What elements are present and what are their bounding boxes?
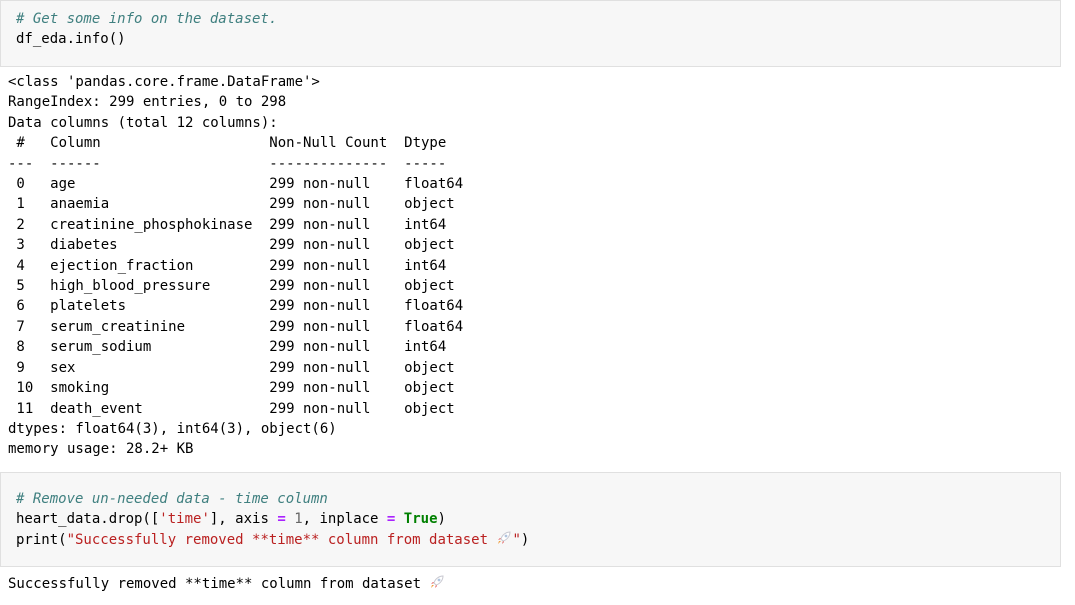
rocket-icon	[498, 531, 511, 544]
output-line: --- ------ -------------- -----	[8, 155, 464, 172]
code-line: df_eda.info()	[16, 31, 126, 48]
output-line: 11 death_event 299 non-null object	[8, 400, 464, 417]
code-editor[interactable]: # Remove un-needed data - time column he…	[16, 489, 529, 550]
output-line: 7 serum_creatinine 299 non-null float64	[8, 318, 464, 335]
output-line: 5 high_blood_pressure 299 non-null objec…	[8, 278, 464, 295]
cell-output-info: <class 'pandas.core.frame.DataFrame'> Ra…	[8, 72, 463, 460]
output-line: <class 'pandas.core.frame.DataFrame'>	[8, 74, 320, 90]
output-line: memory usage: 28.2+ KB	[8, 441, 194, 458]
code-comment: # Remove un-needed data - time column	[16, 491, 328, 507]
code-cell-drop[interactable]: # Remove un-needed data - time column he…	[0, 472, 1061, 567]
output-line: # Column Non-Null Count Dtype	[8, 135, 464, 152]
output-line: 3 diabetes 299 non-null object	[8, 237, 464, 254]
output-line: 2 creatinine_phosphokinase 299 non-null …	[8, 216, 464, 233]
output-line: 0 age 299 non-null float64	[8, 176, 464, 193]
output-line: dtypes: float64(3), int64(3), object(6)	[8, 420, 337, 437]
output-line: 8 serum_sodium 299 non-null int64	[8, 339, 464, 356]
output-line: Data columns (total 12 columns):	[8, 114, 278, 131]
code-editor[interactable]: # Get some info on the dataset. df_eda.i…	[16, 9, 277, 50]
output-line: 9 sex 299 non-null object	[8, 359, 464, 376]
cell-output-drop: Successfully removed **time** column fro…	[8, 574, 445, 594]
output-text: Successfully removed **time** column fro…	[8, 574, 445, 594]
output-line: 1 anaemia 299 non-null object	[8, 196, 464, 213]
output-line: 4 ejection_fraction 299 non-null int64	[8, 257, 464, 274]
output-line: 6 platelets 299 non-null float64	[8, 298, 464, 315]
code-comment: # Get some info on the dataset.	[16, 11, 278, 27]
rocket-icon	[431, 575, 444, 588]
code-line-print: print("Successfully removed **time** col…	[16, 531, 530, 548]
output-line: RangeIndex: 299 entries, 0 to 298	[8, 94, 287, 111]
code-cell-info[interactable]: # Get some info on the dataset. df_eda.i…	[0, 0, 1061, 67]
code-line-drop: heart_data.drop(['time'], axis = 1, inpl…	[16, 511, 446, 528]
output-line: 10 smoking 299 non-null object	[8, 380, 464, 397]
output-text: <class 'pandas.core.frame.DataFrame'> Ra…	[8, 72, 463, 460]
